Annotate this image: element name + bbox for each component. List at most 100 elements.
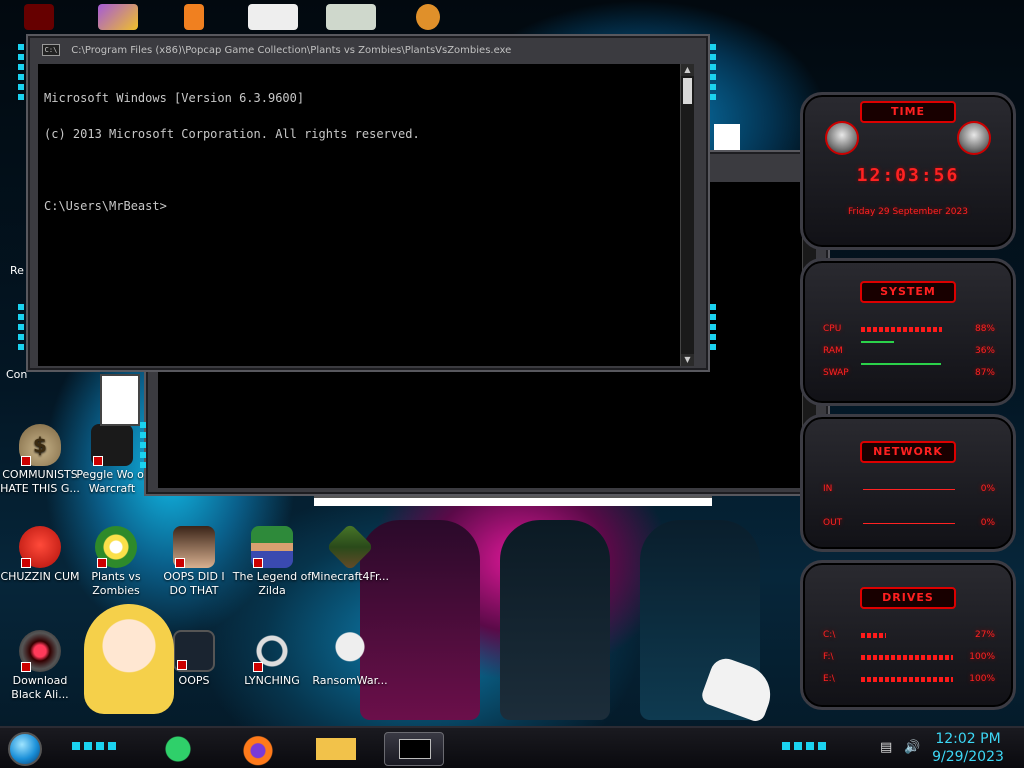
network-gadget-header: NETWORK — [860, 441, 956, 463]
scroll-down-arrow-icon[interactable]: ▼ — [681, 354, 694, 366]
system-row-swap: SWAP 87% — [823, 363, 995, 379]
taskbar[interactable]: ▤ 🔊 12:02 PM 9/29/2023 — [0, 726, 1024, 768]
desktop-icon-lynching[interactable]: LYNCHING — [232, 630, 312, 688]
system-row-label: SWAP — [823, 368, 849, 378]
network-row-value: 0% — [980, 518, 995, 528]
console-front-titlebar[interactable]: C:\ C:\Program Files (x86)\Popcap Game C… — [42, 42, 694, 60]
desktop-icon-pvz[interactable]: Plants vs Zombies — [76, 526, 156, 598]
drive-bar — [861, 633, 886, 638]
computer-icon — [173, 630, 215, 672]
stray-panel — [714, 124, 740, 150]
drive-row-c: C:\ 27% — [823, 629, 995, 641]
window-accent-lights — [140, 422, 146, 472]
desktop-icon-minecraft[interactable]: Minecraft4Fr... — [310, 523, 390, 584]
drive-row-value: 100% — [969, 674, 995, 684]
system-row-label: CPU — [823, 324, 842, 334]
console-system-icon[interactable]: C:\ — [42, 44, 60, 56]
plants-vs-zombies-icon — [95, 526, 137, 568]
console-window-front[interactable]: C:\ C:\Program Files (x86)\Popcap Game C… — [18, 34, 716, 372]
system-row-label: RAM — [823, 346, 843, 356]
command-prompt-icon[interactable] — [384, 732, 444, 766]
desktop-icon-label: LYNCHING — [244, 674, 300, 687]
chuzzle-icon — [19, 526, 61, 568]
console-front-scrollbar[interactable]: ▲ ▼ — [680, 64, 694, 366]
wallpaper-figure-mid — [500, 520, 610, 720]
desktop-icon-label: RansomWar... — [312, 674, 388, 687]
time-gadget-header: TIME — [860, 101, 956, 123]
wallpaper-character — [84, 604, 174, 714]
window-accent-lights — [710, 304, 716, 354]
drive-row-label: F:\ — [823, 652, 834, 662]
drive-row-f: F:\ 100% — [823, 651, 995, 663]
knot-icon — [251, 630, 293, 672]
scrollbar-thumb[interactable] — [683, 78, 692, 104]
taskbar-accent-lights — [72, 742, 118, 750]
peek-icon-3[interactable] — [184, 4, 204, 30]
desktop[interactable]: Re Con $ COMMUNISTS HATE THIS G... Peggl… — [0, 0, 1024, 768]
notes-app-icon[interactable] — [158, 732, 198, 766]
zelda-icon — [251, 526, 293, 568]
peek-icon-5[interactable] — [326, 4, 376, 30]
desktop-icon-label: The Legend of Zilda — [232, 570, 312, 597]
desktop-icon-label: OOPS DID I DO THAT — [163, 570, 225, 597]
network-row-in: IN 0% — [823, 483, 995, 495]
portrait-icon — [173, 526, 215, 568]
peek-icon-6[interactable] — [416, 4, 440, 30]
desktop-icon-communists[interactable]: $ COMMUNISTS HATE THIS G... — [0, 424, 80, 496]
alien-head-icon — [825, 121, 859, 155]
desktop-icon-label: Plants vs Zombies — [91, 570, 141, 597]
file-explorer-icon[interactable] — [316, 732, 356, 766]
start-orb-icon[interactable] — [8, 732, 42, 766]
drive-bar — [861, 655, 953, 660]
volume-tray-icon[interactable]: 🔊 — [904, 740, 920, 755]
desktop-icon-oops-did-i[interactable]: OOPS DID I DO THAT — [154, 526, 234, 598]
system-row-value: 88% — [974, 324, 995, 334]
peggle-icon — [91, 424, 133, 466]
partial-label-con: Con — [6, 368, 28, 381]
system-bar — [861, 327, 942, 332]
drive-row-label: C:\ — [823, 630, 836, 640]
firefox-icon[interactable] — [238, 732, 278, 766]
peek-icon-4[interactable] — [248, 4, 298, 30]
network-graph-line — [863, 489, 955, 490]
money-bag-icon: $ — [19, 424, 61, 466]
console-front-output[interactable]: Microsoft Windows [Version 6.3.9600] (c)… — [38, 64, 684, 366]
clock-date: 9/29/2023 — [932, 749, 1004, 765]
drives-gadget-header: DRIVES — [860, 587, 956, 609]
desktop-icon-label: Minecraft4Fr... — [310, 570, 390, 583]
desktop-icon-black-alien[interactable]: Download Black Ali... — [0, 630, 80, 702]
desktop-icon-ransomware[interactable]: RansomWar... — [310, 630, 390, 688]
peek-icon-2[interactable] — [98, 4, 138, 30]
drive-row-label: E:\ — [823, 674, 835, 684]
desktop-icon-zilda[interactable]: The Legend of Zilda — [232, 526, 312, 598]
stray-bar — [314, 496, 712, 506]
network-row-out: OUT 0% — [823, 517, 995, 529]
system-bar — [861, 341, 894, 343]
desktop-icon-label: Peggle Wo of Warcraft — [76, 468, 148, 495]
desktop-icon-chuzzle[interactable]: CHUZZIN CUM — [0, 526, 80, 584]
drives-gadget[interactable]: DRIVES C:\ 27% F:\ 100% E:\ 100% — [800, 560, 1016, 710]
system-row-cpu: CPU 88% — [823, 323, 995, 335]
scroll-up-arrow-icon[interactable]: ▲ — [681, 64, 694, 76]
console-line: ​ — [44, 164, 678, 176]
drive-row-e: E:\ 100% — [823, 673, 995, 685]
network-row-label: IN — [823, 484, 833, 494]
network-tray-icon[interactable]: ▤ — [880, 740, 892, 755]
console-front-title: C:\Program Files (x86)\Popcap Game Colle… — [71, 45, 512, 56]
console-line: Microsoft Windows [Version 6.3.9600] — [44, 91, 305, 105]
system-gadget-header: SYSTEM — [860, 281, 956, 303]
system-row-value: 36% — [974, 346, 995, 356]
time-gadget-clock: 12:03:56 — [856, 165, 960, 186]
time-gadget-date: Friday 29 September 2023 — [848, 207, 968, 217]
window-accent-lights — [18, 304, 24, 354]
peek-icon-1[interactable] — [24, 4, 54, 30]
taskbar-accent-lights — [782, 742, 828, 750]
taskbar-clock[interactable]: 12:02 PM 9/29/2023 — [928, 730, 1008, 766]
system-gadget[interactable]: SYSTEM CPU 88% RAM 36% SWAP 87% — [800, 258, 1016, 406]
desktop-icon-label: CHUZZIN CUM — [0, 570, 80, 583]
stray-panel — [100, 374, 140, 426]
time-gadget[interactable]: TIME 12:03:56 Friday 29 September 2023 — [800, 92, 1016, 250]
network-gadget[interactable]: NETWORK IN 0% OUT 0% — [800, 414, 1016, 552]
console-prompt[interactable]: C:\Users\MrBeast> — [44, 200, 678, 212]
drive-bar — [861, 677, 953, 682]
